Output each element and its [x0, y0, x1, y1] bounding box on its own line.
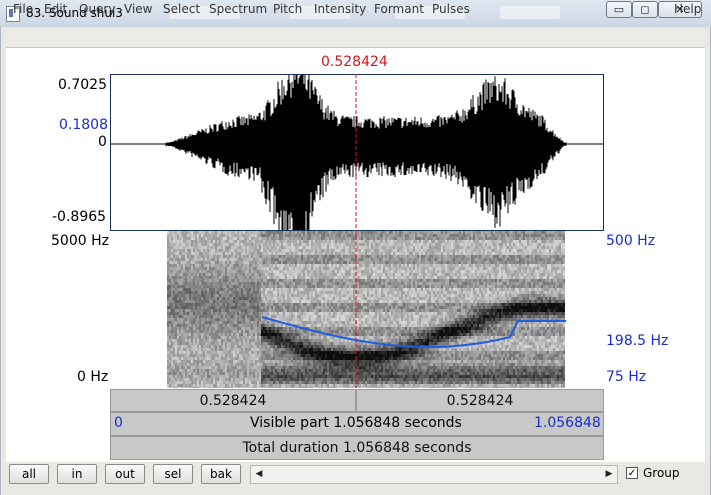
zoom-back-button[interactable]: bak [201, 464, 241, 484]
waveform-y-max: 0.7025 [58, 77, 107, 93]
waveform-y-zero: 0 [98, 134, 107, 150]
group-checkbox[interactable]: ✓ [626, 467, 638, 479]
spectrogram-panel[interactable] [110, 231, 604, 388]
menu-intensity[interactable]: Intensity [314, 2, 366, 16]
spectrogram-freq-max: 5000 Hz [51, 233, 109, 249]
pitch-max-label: 500 Hz [606, 233, 656, 249]
pitch-min-label: 75 Hz [606, 369, 647, 385]
maximize-button[interactable]: ◻ [632, 1, 658, 18]
right-segment-bar[interactable]: 0.528424 [356, 389, 604, 412]
menu-help[interactable]: Help [674, 2, 701, 16]
menu-pulses[interactable]: Pulses [432, 2, 470, 16]
cursor-time-label: 0.528424 [321, 54, 388, 70]
menu-spectrum[interactable]: Spectrum [209, 2, 267, 16]
minimize-button[interactable]: ▭ [606, 1, 632, 18]
scroll-left-icon[interactable]: ◀ [251, 466, 267, 483]
horizontal-scrollbar[interactable]: ◀ ▶ [250, 465, 618, 484]
menu-query[interactable]: Query [79, 2, 115, 16]
zoom-in-button[interactable]: in [57, 464, 97, 484]
pitch-cursor-label: 198.5 Hz [606, 333, 669, 349]
time-cursor-line[interactable] [355, 74, 357, 388]
visible-part-label: Visible part 1.056848 seconds [250, 415, 462, 431]
waveform-panel[interactable] [110, 74, 604, 231]
group-label: Group [643, 466, 680, 480]
menu-select[interactable]: Select [163, 2, 200, 16]
waveform-y-min: -0.8965 [52, 209, 107, 225]
menu-formant[interactable]: Formant [374, 2, 424, 16]
menu-pitch[interactable]: Pitch [273, 2, 302, 16]
zoom-to-selection-button[interactable]: sel [153, 464, 193, 484]
scroll-right-icon[interactable]: ▶ [601, 466, 617, 483]
show-all-button[interactable]: all [9, 464, 49, 484]
spectrogram-freq-min: 0 Hz [77, 369, 109, 385]
background-tab-ghost [500, 6, 560, 19]
total-duration-bar[interactable]: Total duration 1.056848 seconds [110, 436, 604, 460]
zoom-out-button[interactable]: out [105, 464, 145, 484]
waveform-y-cursor: 0.1808 [59, 117, 108, 133]
waveform-plot [111, 75, 603, 230]
menu-view[interactable]: View [124, 2, 152, 16]
menu-edit[interactable]: Edit [44, 2, 67, 16]
menu-bar [6, 29, 705, 48]
visible-end-label: 1.056848 [534, 415, 601, 431]
menu-file[interactable]: File [13, 2, 33, 16]
left-segment-bar[interactable]: 0.528424 [110, 389, 356, 412]
spectrogram-plot [167, 231, 566, 388]
visible-start-label: 0 [114, 415, 123, 431]
